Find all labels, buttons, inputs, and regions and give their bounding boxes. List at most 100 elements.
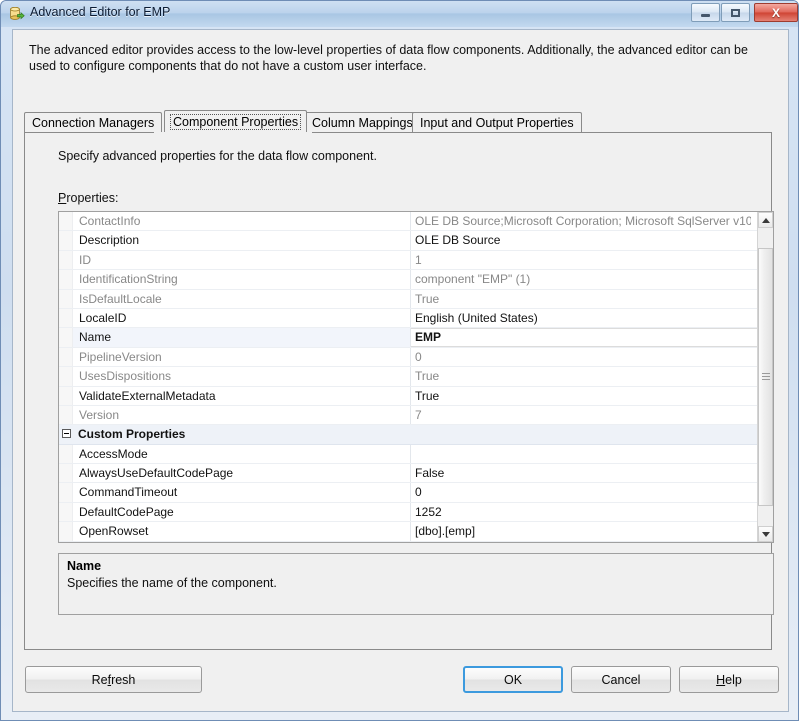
refresh-button-label: Refresh xyxy=(91,672,136,687)
scrollbar-thumb[interactable] xyxy=(758,248,773,506)
property-value[interactable]: 0 xyxy=(415,485,751,499)
row-gutter xyxy=(59,464,73,483)
column-splitter[interactable] xyxy=(410,270,411,289)
property-name: DefaultCodePage xyxy=(79,504,174,519)
property-row[interactable]: OpenRowset [dbo].[emp] xyxy=(59,522,759,542)
row-gutter xyxy=(59,212,73,231)
property-name: ContactInfo xyxy=(79,214,141,228)
property-row[interactable]: AccessMode xyxy=(59,444,759,465)
column-splitter[interactable] xyxy=(410,464,411,483)
tab-column-mappings[interactable]: Column Mappings xyxy=(304,112,421,133)
column-splitter[interactable] xyxy=(410,367,411,386)
column-splitter[interactable] xyxy=(410,347,411,367)
property-name: IdentificationString xyxy=(79,272,178,287)
cancel-button-label: Cancel xyxy=(601,672,641,687)
property-value[interactable]: 1252 xyxy=(415,505,751,519)
refresh-button[interactable]: Refresh xyxy=(25,666,202,693)
database-arrow-icon xyxy=(9,6,25,22)
row-gutter xyxy=(59,231,73,250)
scrollbar-grip-icon xyxy=(762,373,770,381)
scroll-up-button[interactable] xyxy=(758,212,773,228)
property-value[interactable]: OLE DB Source xyxy=(415,233,751,247)
column-splitter[interactable] xyxy=(410,250,411,270)
property-name: Name xyxy=(79,330,112,345)
property-grid-rows: ContactInfo OLE DB Source;Microsoft Corpo… xyxy=(59,212,759,542)
dialog-window: Advanced Editor for EMP X The advanced e… xyxy=(0,0,799,721)
cancel-button[interactable]: Cancel xyxy=(571,666,671,693)
property-row[interactable]: LocaleID English (United States) xyxy=(59,308,759,329)
row-gutter xyxy=(59,386,73,405)
column-splitter[interactable] xyxy=(410,231,411,250)
property-row[interactable]: IdentificationString component "EMP" (1) xyxy=(59,270,759,290)
property-value[interactable]: True xyxy=(415,389,751,403)
property-name: Description xyxy=(79,233,140,248)
property-value[interactable]: True xyxy=(415,369,751,383)
tab-label: Column Mappings xyxy=(312,116,413,130)
ok-button[interactable]: OK xyxy=(463,666,563,693)
column-splitter[interactable] xyxy=(410,483,411,502)
property-row[interactable]: ID 1 xyxy=(59,250,759,271)
property-row[interactable]: Name EMP xyxy=(59,328,759,348)
property-value[interactable]: OLE DB Source;Microsoft Corporation; Mic… xyxy=(415,214,751,228)
row-gutter xyxy=(59,367,73,386)
property-name: AccessMode xyxy=(79,446,148,461)
column-splitter[interactable] xyxy=(410,308,411,328)
property-row[interactable]: UsesDispositions True xyxy=(59,367,759,387)
tab-component-properties[interactable]: Component Properties xyxy=(164,110,308,134)
column-splitter[interactable] xyxy=(410,289,411,308)
property-row[interactable]: DefaultCodePage 1252 xyxy=(59,502,759,523)
restore-icon xyxy=(722,4,749,21)
property-value[interactable]: English (United States) xyxy=(415,311,751,325)
collapse-expander-icon[interactable] xyxy=(62,429,71,439)
scroll-up-arrow-icon xyxy=(761,217,770,223)
dialog-content: The advanced editor provides access to t… xyxy=(12,29,789,712)
column-splitter[interactable] xyxy=(410,444,411,464)
row-gutter xyxy=(59,502,73,522)
column-splitter[interactable] xyxy=(410,405,411,425)
minimize-button[interactable] xyxy=(691,3,720,22)
column-splitter[interactable] xyxy=(410,386,411,405)
property-category-row[interactable]: Custom Properties xyxy=(59,425,759,445)
property-value[interactable]: component "EMP" (1) xyxy=(415,272,751,286)
column-splitter[interactable] xyxy=(410,502,411,522)
scroll-down-button[interactable] xyxy=(758,526,773,542)
property-row[interactable]: Version 7 xyxy=(59,405,759,426)
row-gutter xyxy=(59,405,73,425)
tab-input-output-properties[interactable]: Input and Output Properties xyxy=(412,112,582,133)
close-button[interactable]: X xyxy=(754,3,798,22)
properties-label: Properties: xyxy=(58,191,119,205)
property-row[interactable]: ValidateExternalMetadata True xyxy=(59,386,759,406)
minimize-icon xyxy=(692,4,719,21)
property-row[interactable]: PipelineVersion 0 xyxy=(59,347,759,368)
property-value[interactable]: 1 xyxy=(415,253,751,267)
property-description-body: Specifies the name of the component. xyxy=(67,576,277,590)
property-value[interactable]: False xyxy=(415,466,751,480)
property-row[interactable]: Description OLE DB Source xyxy=(59,231,759,251)
property-name: IsDefaultLocale xyxy=(79,291,162,306)
property-value[interactable]: 7 xyxy=(415,408,751,422)
maximize-button[interactable] xyxy=(721,3,750,22)
property-row[interactable]: ContactInfo OLE DB Source;Microsoft Corpo… xyxy=(59,212,759,232)
tab-connection-managers[interactable]: Connection Managers xyxy=(24,112,163,133)
help-button[interactable]: Help xyxy=(679,666,779,693)
property-value[interactable]: True xyxy=(415,292,751,306)
tab-strip: Connection Managers Component Properties… xyxy=(24,110,772,134)
property-row[interactable]: IsDefaultLocale True xyxy=(59,289,759,309)
column-splitter[interactable] xyxy=(410,212,411,231)
column-splitter[interactable] xyxy=(410,522,411,541)
property-value[interactable]: EMP xyxy=(415,330,751,344)
property-grid[interactable]: ContactInfo OLE DB Source;Microsoft Corpo… xyxy=(58,211,774,543)
property-row[interactable]: AlwaysUseDefaultCodePage False xyxy=(59,464,759,484)
tab-label: Component Properties xyxy=(170,114,302,130)
scroll-down-arrow-icon xyxy=(761,531,770,537)
close-icon: X xyxy=(771,5,780,20)
property-value[interactable]: [dbo].[emp] xyxy=(415,524,751,538)
property-name: CommandTimeout xyxy=(79,485,178,500)
property-value[interactable]: 0 xyxy=(415,350,751,364)
vertical-scrollbar[interactable] xyxy=(757,212,773,542)
intro-text: The advanced editor provides access to t… xyxy=(29,43,748,73)
property-name: ValidateExternalMetadata xyxy=(79,388,216,403)
property-row[interactable]: CommandTimeout 0 xyxy=(59,483,759,503)
column-splitter[interactable] xyxy=(410,425,411,443)
title-bar: Advanced Editor for EMP X xyxy=(1,1,798,27)
